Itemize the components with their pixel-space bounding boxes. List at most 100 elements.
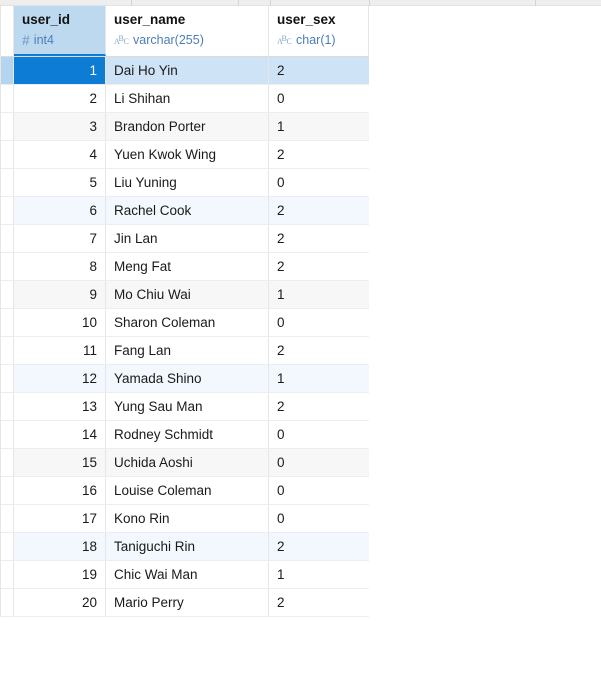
cell-user-id[interactable]: 15 (14, 449, 106, 476)
cell-user-name[interactable]: Jin Lan (106, 225, 269, 252)
table-row[interactable]: 15 Uchida Aoshi 0 (1, 449, 369, 477)
cell-user-name[interactable]: Dai Ho Yin (106, 57, 269, 84)
table-row[interactable]: 3 Brandon Porter 1 (1, 113, 369, 141)
cell-user-id[interactable]: 4 (14, 141, 106, 168)
cell-user-sex[interactable]: 0 (269, 169, 369, 196)
table-row[interactable]: 6 Rachel Cook 2 (1, 197, 369, 225)
cell-user-sex[interactable]: 0 (269, 309, 369, 336)
cell-user-name[interactable]: Rodney Schmidt (106, 421, 269, 448)
table-row[interactable]: 1 Dai Ho Yin 2 (1, 57, 369, 85)
cell-user-name[interactable]: Kono Rin (106, 505, 269, 532)
row-number-gutter[interactable] (1, 533, 14, 560)
column-divider[interactable] (535, 0, 536, 6)
table-row[interactable]: 2 Li Shihan 0 (1, 85, 369, 113)
column-header-user-sex[interactable]: user_sex ABC char(1) (269, 6, 369, 56)
table-row[interactable]: 5 Liu Yuning 0 (1, 169, 369, 197)
cell-user-sex[interactable]: 2 (269, 337, 369, 364)
column-divider[interactable] (369, 0, 370, 6)
table-row[interactable]: 8 Meng Fat 2 (1, 253, 369, 281)
cell-user-id[interactable]: 12 (14, 365, 106, 392)
cell-user-name[interactable]: Sharon Coleman (106, 309, 269, 336)
cell-user-name[interactable]: Louise Coleman (106, 477, 269, 504)
cell-user-id[interactable]: 10 (14, 309, 106, 336)
column-header-user-name[interactable]: user_name ABC varchar(255) (106, 6, 269, 56)
cell-user-name[interactable]: Fang Lan (106, 337, 269, 364)
cell-user-id[interactable]: 14 (14, 421, 106, 448)
table-row[interactable]: 4 Yuen Kwok Wing 2 (1, 141, 369, 169)
row-number-gutter[interactable] (1, 197, 14, 224)
cell-user-name[interactable]: Mo Chiu Wai (106, 281, 269, 308)
row-number-gutter[interactable] (1, 421, 14, 448)
table-row[interactable]: 11 Fang Lan 2 (1, 337, 369, 365)
table-row[interactable]: 12 Yamada Shino 1 (1, 365, 369, 393)
cell-user-sex[interactable]: 1 (269, 561, 369, 588)
cell-user-id[interactable]: 13 (14, 393, 106, 420)
row-number-gutter[interactable] (1, 309, 14, 336)
cell-user-id[interactable]: 3 (14, 113, 106, 140)
cell-user-name[interactable]: Uchida Aoshi (106, 449, 269, 476)
cell-user-sex[interactable]: 1 (269, 281, 369, 308)
cell-user-id[interactable]: 18 (14, 533, 106, 560)
cell-user-sex[interactable]: 1 (269, 365, 369, 392)
cell-user-id[interactable]: 11 (14, 337, 106, 364)
cell-user-name[interactable]: Yamada Shino (106, 365, 269, 392)
cell-user-id[interactable]: 5 (14, 169, 106, 196)
row-number-gutter[interactable] (1, 393, 14, 420)
cell-user-id[interactable]: 17 (14, 505, 106, 532)
cell-user-sex[interactable]: 2 (269, 141, 369, 168)
row-number-gutter[interactable] (1, 253, 14, 280)
row-number-gutter[interactable] (1, 141, 14, 168)
cell-user-id[interactable]: 20 (14, 589, 106, 616)
cell-user-id[interactable]: 6 (14, 197, 106, 224)
cell-user-id[interactable]: 19 (14, 561, 106, 588)
cell-user-sex[interactable]: 2 (269, 225, 369, 252)
table-row[interactable]: 18 Taniguchi Rin 2 (1, 533, 369, 561)
row-number-gutter[interactable] (1, 281, 14, 308)
result-grid[interactable]: user_id # int4 user_name ABC varchar(255… (0, 6, 369, 617)
cell-user-name[interactable]: Yung Sau Man (106, 393, 269, 420)
cell-user-id[interactable]: 8 (14, 253, 106, 280)
table-row[interactable]: 19 Chic Wai Man 1 (1, 561, 369, 589)
table-row[interactable]: 13 Yung Sau Man 2 (1, 393, 369, 421)
row-number-gutter[interactable] (1, 561, 14, 588)
cell-user-sex[interactable]: 0 (269, 85, 369, 112)
row-number-gutter[interactable] (1, 365, 14, 392)
row-number-gutter[interactable] (1, 477, 14, 504)
cell-user-sex[interactable]: 2 (269, 253, 369, 280)
cell-user-name[interactable]: Rachel Cook (106, 197, 269, 224)
table-row[interactable]: 17 Kono Rin 0 (1, 505, 369, 533)
cell-user-id[interactable]: 2 (14, 85, 106, 112)
cell-user-id[interactable]: 7 (14, 225, 106, 252)
cell-user-name[interactable]: Liu Yuning (106, 169, 269, 196)
row-number-gutter[interactable] (1, 169, 14, 196)
cell-user-sex[interactable]: 1 (269, 113, 369, 140)
cell-user-id[interactable]: 1 (14, 57, 106, 84)
table-row[interactable]: 16 Louise Coleman 0 (1, 477, 369, 505)
cell-user-sex[interactable]: 2 (269, 589, 369, 616)
row-number-gutter[interactable] (1, 337, 14, 364)
cell-user-sex[interactable]: 2 (269, 533, 369, 560)
cell-user-name[interactable]: Yuen Kwok Wing (106, 141, 269, 168)
cell-user-sex[interactable]: 2 (269, 197, 369, 224)
table-row[interactable]: 20 Mario Perry 2 (1, 589, 369, 617)
row-number-gutter[interactable] (1, 113, 14, 140)
cell-user-sex[interactable]: 2 (269, 393, 369, 420)
cell-user-sex[interactable]: 0 (269, 449, 369, 476)
cell-user-name[interactable]: Meng Fat (106, 253, 269, 280)
cell-user-sex[interactable]: 0 (269, 421, 369, 448)
row-number-gutter[interactable] (1, 589, 14, 616)
cell-user-sex[interactable]: 2 (269, 57, 369, 84)
cell-user-name[interactable]: Chic Wai Man (106, 561, 269, 588)
row-number-gutter[interactable] (1, 449, 14, 476)
table-row[interactable]: 10 Sharon Coleman 0 (1, 309, 369, 337)
cell-user-name[interactable]: Brandon Porter (106, 113, 269, 140)
cell-user-sex[interactable]: 0 (269, 477, 369, 504)
cell-user-id[interactable]: 16 (14, 477, 106, 504)
cell-user-name[interactable]: Mario Perry (106, 589, 269, 616)
cell-user-sex[interactable]: 0 (269, 505, 369, 532)
cell-user-id[interactable]: 9 (14, 281, 106, 308)
row-number-gutter[interactable] (1, 57, 14, 84)
table-row[interactable]: 7 Jin Lan 2 (1, 225, 369, 253)
column-header-user-id[interactable]: user_id # int4 (14, 6, 106, 56)
row-number-gutter[interactable] (1, 85, 14, 112)
